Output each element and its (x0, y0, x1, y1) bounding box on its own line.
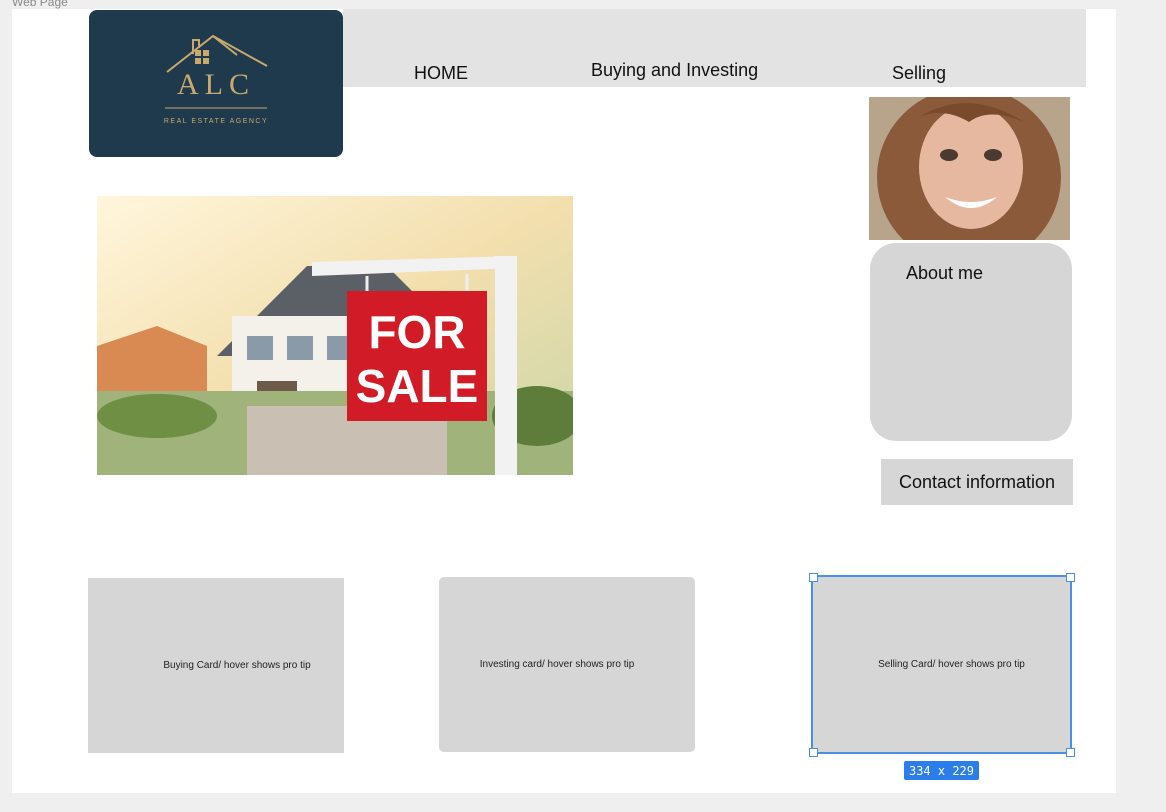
resize-handle-top-right[interactable] (1066, 573, 1075, 582)
about-card[interactable]: About me (870, 243, 1072, 441)
selling-card[interactable]: Selling Card/ hover shows pro tip (811, 575, 1072, 754)
selling-card-label: Selling Card/ hover shows pro tip (878, 659, 1025, 670)
sign-text-line1: FOR (368, 306, 465, 358)
logo[interactable]: ALC REAL ESTATE AGENCY (89, 10, 343, 157)
resize-handle-top-left[interactable] (809, 573, 818, 582)
buying-card-label: Buying Card/ hover shows pro tip (163, 660, 311, 671)
resize-handle-bottom-right[interactable] (1066, 748, 1075, 757)
nav-home[interactable]: HOME (414, 63, 468, 84)
hero-image: FOR SALE (97, 196, 573, 475)
selection-size-badge: 334 x 229 (904, 761, 979, 780)
nav-buying-investing[interactable]: Buying and Investing (591, 60, 758, 81)
investing-card-label: Investing card/ hover shows pro tip (479, 659, 635, 670)
logo-brand-text: ALC (177, 68, 255, 101)
buying-card[interactable]: Buying Card/ hover shows pro tip (88, 578, 344, 753)
nav-selling[interactable]: Selling (892, 63, 946, 84)
sign-text-line2: SALE (356, 360, 479, 412)
contact-info-button[interactable]: Contact information (881, 459, 1073, 505)
resize-handle-bottom-left[interactable] (809, 748, 818, 757)
investing-card[interactable]: Investing card/ hover shows pro tip (439, 577, 695, 752)
frame-label: Web Page (12, 0, 68, 9)
about-title: About me (906, 263, 984, 283)
profile-photo (869, 97, 1070, 240)
logo-tagline: REAL ESTATE AGENCY (163, 118, 269, 125)
